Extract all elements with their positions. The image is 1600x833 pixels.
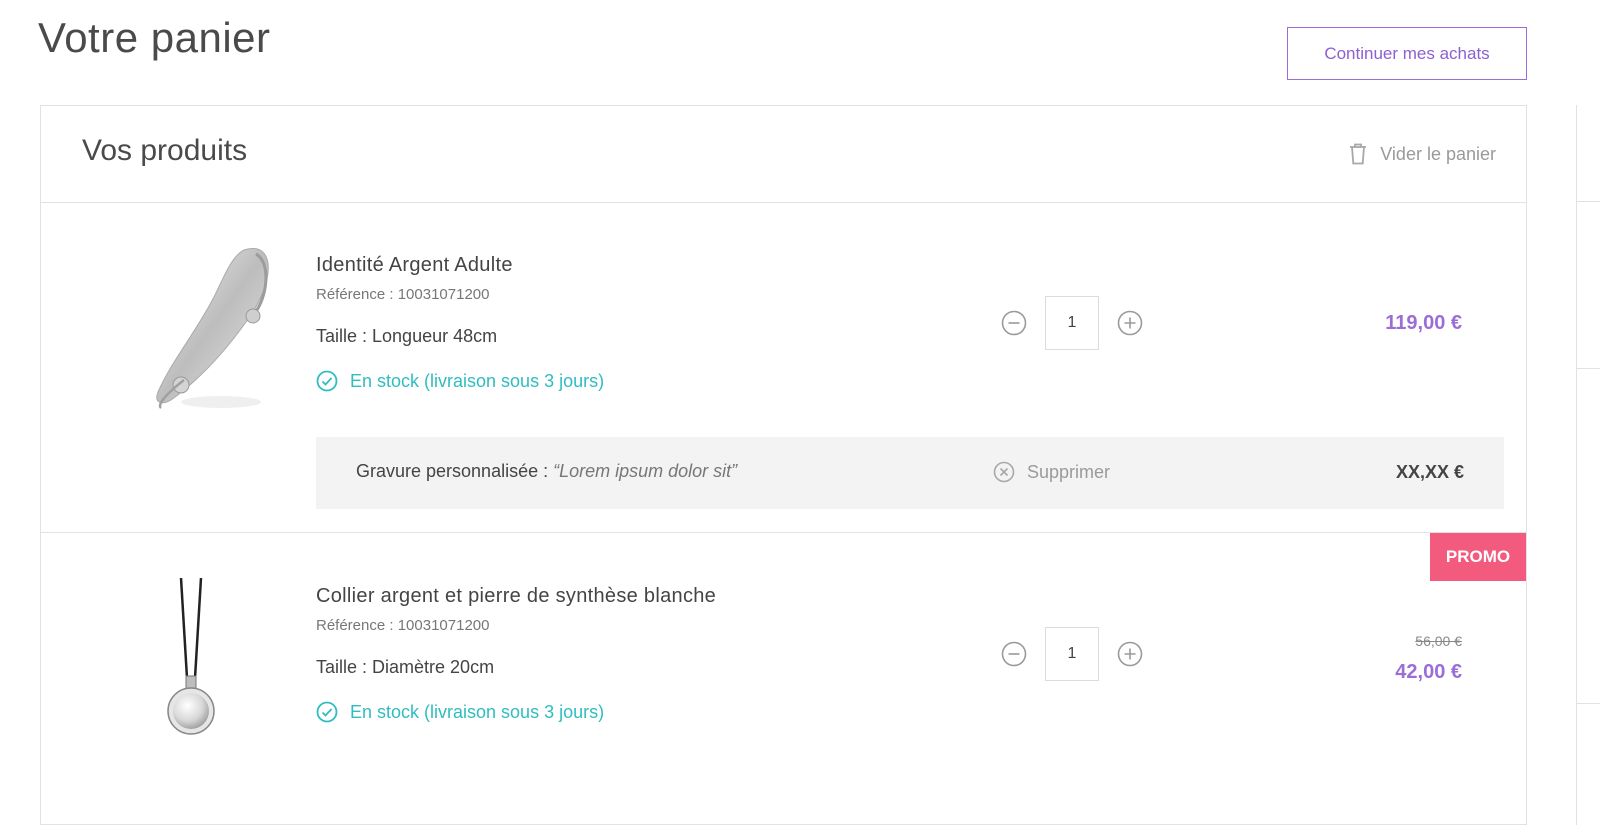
check-circle-icon bbox=[316, 370, 338, 392]
cart-item: Identité Argent Adulte Référence : 10031… bbox=[41, 202, 1526, 533]
engraving-price: XX,XX € bbox=[1395, 462, 1464, 482]
product-image-bracelet bbox=[156, 248, 269, 409]
empty-cart-button[interactable]: Vider le panier bbox=[1348, 142, 1496, 166]
order-summary-panel-edge bbox=[1576, 105, 1600, 825]
minus-circle-icon bbox=[1001, 310, 1027, 336]
original-price: 56,00 € bbox=[1415, 633, 1462, 649]
empty-cart-label: Vider le panier bbox=[1380, 143, 1496, 164]
stock-status: En stock (livraison sous 3 jours) bbox=[316, 701, 604, 723]
trash-icon bbox=[1350, 143, 1367, 165]
stock-status: En stock (livraison sous 3 jours) bbox=[316, 370, 604, 392]
product-reference: Référence : 10031071200 bbox=[316, 617, 490, 634]
quantity-input[interactable] bbox=[1045, 296, 1099, 350]
close-circle-icon bbox=[993, 461, 1015, 483]
continue-shopping-button[interactable]: Continuer mes achats bbox=[1287, 27, 1527, 80]
divider bbox=[1577, 368, 1600, 369]
divider bbox=[1577, 201, 1600, 202]
quantity-input[interactable] bbox=[1045, 627, 1099, 681]
quantity-stepper bbox=[1001, 296, 1143, 350]
cart-item: PROMO Collier argent et pierre de synthè… bbox=[41, 533, 1526, 833]
decrease-quantity-button[interactable] bbox=[1001, 310, 1027, 336]
product-name[interactable]: Identité Argent Adulte bbox=[316, 254, 513, 277]
plus-circle-icon bbox=[1117, 310, 1143, 336]
product-price: 119,00 € bbox=[1385, 312, 1462, 334]
stock-label: En stock (livraison sous 3 jours) bbox=[350, 701, 605, 722]
check-circle-icon bbox=[316, 701, 338, 723]
promo-badge: PROMO bbox=[1430, 533, 1526, 581]
increase-quantity-button[interactable] bbox=[1117, 641, 1143, 667]
engraving-value: “Lorem ipsum dolor sit” bbox=[553, 461, 738, 481]
increase-quantity-button[interactable] bbox=[1117, 310, 1143, 336]
quantity-stepper bbox=[1001, 627, 1143, 681]
cart-panel: Vos produits Vider le panier Identité Ar… bbox=[40, 105, 1527, 825]
product-image-necklace bbox=[167, 578, 215, 735]
section-title: Vos produits bbox=[82, 134, 248, 167]
product-size: Taille : Longueur 48cm bbox=[316, 326, 498, 346]
decrease-quantity-button[interactable] bbox=[1001, 641, 1027, 667]
cart-header: Vos produits Vider le panier bbox=[41, 106, 1526, 203]
product-price: 42,00 € bbox=[1395, 661, 1462, 683]
product-name[interactable]: Collier argent et pierre de synthèse bla… bbox=[316, 585, 716, 608]
divider bbox=[1577, 703, 1600, 704]
remove-engraving-label: Supprimer bbox=[1027, 461, 1111, 482]
engraving-option: Gravure personnalisée : “Lorem ipsum dol… bbox=[316, 437, 1504, 509]
engraving-label: Gravure personnalisée : bbox=[356, 461, 554, 481]
product-size: Taille : Diamètre 20cm bbox=[316, 657, 495, 677]
stock-label: En stock (livraison sous 3 jours) bbox=[350, 370, 605, 391]
plus-circle-icon bbox=[1117, 641, 1143, 667]
product-reference: Référence : 10031071200 bbox=[316, 286, 490, 303]
page-title: Votre panier bbox=[38, 14, 271, 61]
engraving-text: Gravure personnalisée : “Lorem ipsum dol… bbox=[356, 461, 737, 482]
remove-engraving-button[interactable]: Supprimer bbox=[993, 461, 1110, 483]
minus-circle-icon bbox=[1001, 641, 1027, 667]
